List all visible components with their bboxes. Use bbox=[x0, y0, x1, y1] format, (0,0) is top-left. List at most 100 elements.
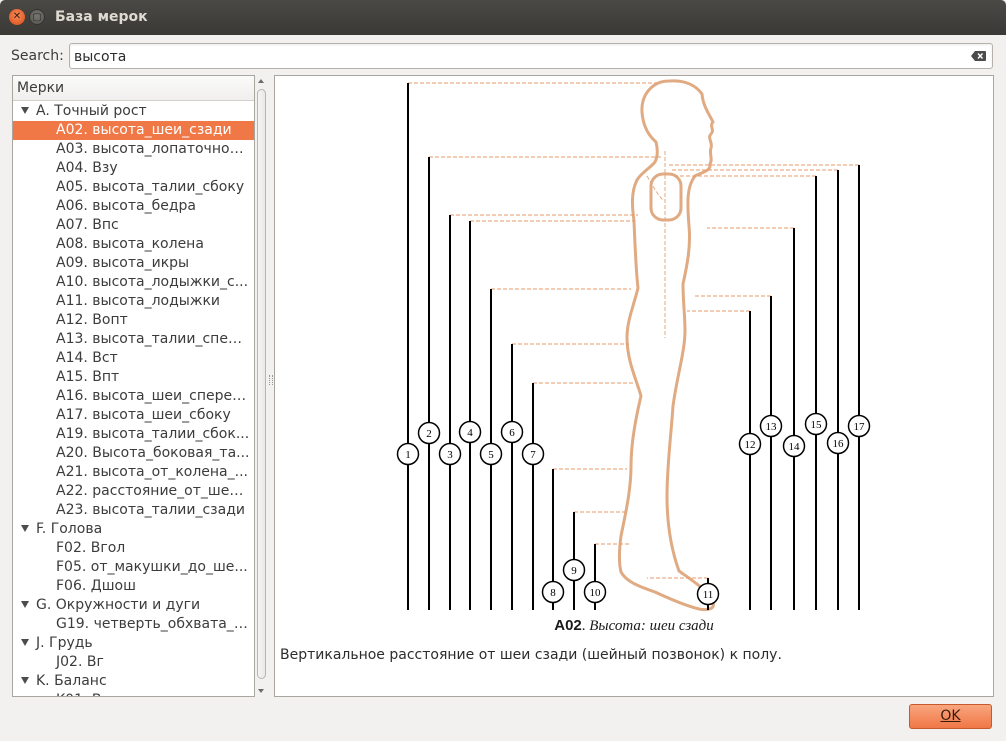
tree-row-label: A22. расстояние_от_шеи... bbox=[56, 483, 252, 499]
measurements-tree[interactable]: Мерки A. Точный рост A02. высота_шеи_сзад… bbox=[12, 75, 255, 697]
dimension-label: 8 bbox=[550, 587, 556, 599]
dimension-label: 17 bbox=[854, 421, 866, 433]
tree-item[interactable]: A22. расстояние_от_шеи... bbox=[13, 482, 254, 501]
triangle-down-icon[interactable] bbox=[21, 525, 29, 532]
tree-row-label: A05. высота_талии_сбоку bbox=[56, 179, 245, 195]
tree-row-label: A20. Высота_боковая_та... bbox=[56, 445, 250, 461]
measurement-description: Вертикальное расстояние от шеи сзади (ше… bbox=[280, 647, 782, 663]
tree-item[interactable]: A14. Вст bbox=[13, 349, 254, 368]
tree-item[interactable]: A03. высота_лопаточной_точки bbox=[13, 140, 254, 159]
search-input[interactable] bbox=[74, 47, 954, 66]
scroll-down-icon[interactable] bbox=[258, 689, 264, 693]
dimension-guides bbox=[408, 82, 859, 579]
tree-item[interactable]: A15. Впт bbox=[13, 368, 254, 387]
tree-item[interactable]: A21. высота_от_колена_... bbox=[13, 463, 254, 482]
tree-row-label: A02. высота_шеи_сзади bbox=[56, 122, 232, 138]
window-title: База мерок bbox=[55, 9, 148, 25]
tree-row-label: A19. высота_талии_сбок... bbox=[56, 426, 250, 442]
triangle-down-icon[interactable] bbox=[21, 639, 29, 646]
caption-code: A02 bbox=[554, 617, 582, 634]
dimension-label: 4 bbox=[467, 427, 473, 439]
tree-row-label: A07. Впс bbox=[56, 217, 119, 233]
maximize-icon[interactable]: ▢ bbox=[29, 9, 45, 25]
ok-button[interactable]: OK bbox=[909, 704, 992, 729]
tree-item[interactable]: F05. от_макушки_до_ше... bbox=[13, 558, 254, 577]
tree-row-label: F02. Вгол bbox=[56, 540, 126, 556]
tree-item[interactable]: A09. высота_икры bbox=[13, 254, 254, 273]
tree-item[interactable]: A08. высота_колена bbox=[13, 235, 254, 254]
tree-row-label: A15. Впт bbox=[56, 369, 120, 385]
tree-item[interactable]: A13. высота_талии_спер... bbox=[13, 330, 254, 349]
dimension-label: 9 bbox=[571, 565, 577, 577]
tree-item[interactable]: F02. Вгол bbox=[13, 539, 254, 558]
close-icon[interactable]: ✕ bbox=[9, 9, 25, 25]
triangle-down-icon[interactable] bbox=[21, 107, 29, 114]
tree-item[interactable]: A12. Вопт bbox=[13, 311, 254, 330]
dimension-label: 10 bbox=[590, 587, 602, 599]
dimension-label: 14 bbox=[789, 441, 801, 453]
tree-item[interactable]: A10. высота_лодыжки_с... bbox=[13, 273, 254, 292]
dimension-label: 12 bbox=[745, 439, 756, 451]
search-label: Search: bbox=[11, 48, 64, 64]
search-field[interactable] bbox=[69, 43, 993, 69]
tree-header: Мерки bbox=[13, 76, 254, 101]
tree-row-label: G19. четверть_обхвата_г... bbox=[56, 616, 254, 632]
tree-item[interactable]: A05. высота_талии_сбоку bbox=[13, 178, 254, 197]
tree-row-label: K. Баланс bbox=[36, 673, 107, 689]
tree-row-label: J02. Вг bbox=[56, 654, 104, 670]
diagram-caption: A02. Высота: шеи сзади bbox=[275, 617, 993, 635]
tree-item[interactable]: A02. высота_шеи_сзади bbox=[13, 121, 254, 140]
tree-group[interactable]: J. Грудь bbox=[13, 634, 254, 653]
tree-item[interactable]: A23. высота_талии_сзади bbox=[13, 501, 254, 520]
tree-item[interactable]: A19. высота_талии_сбок... bbox=[13, 425, 254, 444]
tree-item[interactable]: F06. Дшош bbox=[13, 577, 254, 596]
tree-item[interactable]: A17. высота_шеи_сбоку bbox=[13, 406, 254, 425]
dimension-label: 16 bbox=[833, 438, 845, 450]
tree-row-label: A08. высота_колена bbox=[56, 236, 204, 252]
scroll-thumb[interactable] bbox=[257, 89, 266, 679]
tree-row-label: A11. высота_лодыжки bbox=[56, 293, 221, 309]
tree-row-label: J. Грудь bbox=[36, 635, 93, 651]
title-bar: ✕ ▢ База мерок bbox=[0, 0, 1006, 35]
tree-item[interactable]: A16. высота_шеи_спереди bbox=[13, 387, 254, 406]
dimension-label: 11 bbox=[703, 589, 714, 601]
tree-group[interactable]: K. Баланс bbox=[13, 672, 254, 691]
tree-row-label: A10. высота_лодыжки_с... bbox=[56, 274, 249, 290]
tree-group[interactable]: G. Окружности и дуги bbox=[13, 596, 254, 615]
tree-row-label: A13. высота_талии_спер... bbox=[56, 331, 251, 347]
tree-item[interactable]: K01. Вл bbox=[13, 691, 254, 696]
tree-row-label: A09. высота_икры bbox=[56, 255, 190, 271]
tree-row-label: F. Голова bbox=[36, 521, 103, 537]
tree-item[interactable]: A20. Высота_боковая_та... bbox=[13, 444, 254, 463]
dimension-lines: 12345678910 11121314151617 bbox=[396, 83, 871, 610]
measurement-diagram: 12345678910 11121314151617 bbox=[396, 79, 871, 612]
tree-row-label: A12. Вопт bbox=[56, 312, 128, 328]
scroll-up-icon[interactable] bbox=[258, 79, 264, 83]
tree-row-label: F05. от_макушки_до_ше... bbox=[56, 559, 248, 575]
tree-item[interactable]: A07. Впс bbox=[13, 216, 254, 235]
tree-row-label: A06. высота_бедра bbox=[56, 198, 196, 214]
tree-row-label: A03. высота_лопаточной_точки bbox=[56, 141, 254, 157]
tree-row-label: A21. высота_от_колена_... bbox=[56, 464, 248, 480]
clear-icon[interactable] bbox=[970, 50, 987, 62]
dimension-label: 15 bbox=[811, 419, 823, 431]
triangle-down-icon[interactable] bbox=[21, 601, 29, 608]
triangle-down-icon[interactable] bbox=[21, 677, 29, 684]
measurement-detail-panel: 1 2 3 4 5 6 7 8 9 10 11 12 13 14 15 16 17 A02. Высота: ш… bbox=[274, 75, 994, 697]
tree-item[interactable]: G19. четверть_обхвата_г... bbox=[13, 615, 254, 634]
tree-row-label: A16. высота_шеи_спереди bbox=[56, 388, 251, 404]
tree-item[interactable]: A06. высота_бедра bbox=[13, 197, 254, 216]
tree-item[interactable]: A11. высота_лодыжки bbox=[13, 292, 254, 311]
tree-row-label: A17. высота_шеи_сбоку bbox=[56, 407, 231, 423]
tree-group[interactable]: A. Точный рост bbox=[13, 102, 254, 121]
tree-item[interactable]: A04. Взу bbox=[13, 159, 254, 178]
tree-item[interactable]: J02. Вг bbox=[13, 653, 254, 672]
tree-row-label: A14. Вст bbox=[56, 350, 118, 366]
dimension-label: 3 bbox=[447, 449, 453, 461]
dimension-label: 6 bbox=[509, 427, 515, 439]
tree-row-label: G. Окружности и дуги bbox=[36, 597, 201, 613]
dimension-label: 2 bbox=[426, 428, 432, 440]
caption-name: Высота: шеи сзади bbox=[589, 618, 714, 634]
tree-group[interactable]: F. Голова bbox=[13, 520, 254, 539]
tree-scrollbar[interactable] bbox=[255, 75, 268, 697]
